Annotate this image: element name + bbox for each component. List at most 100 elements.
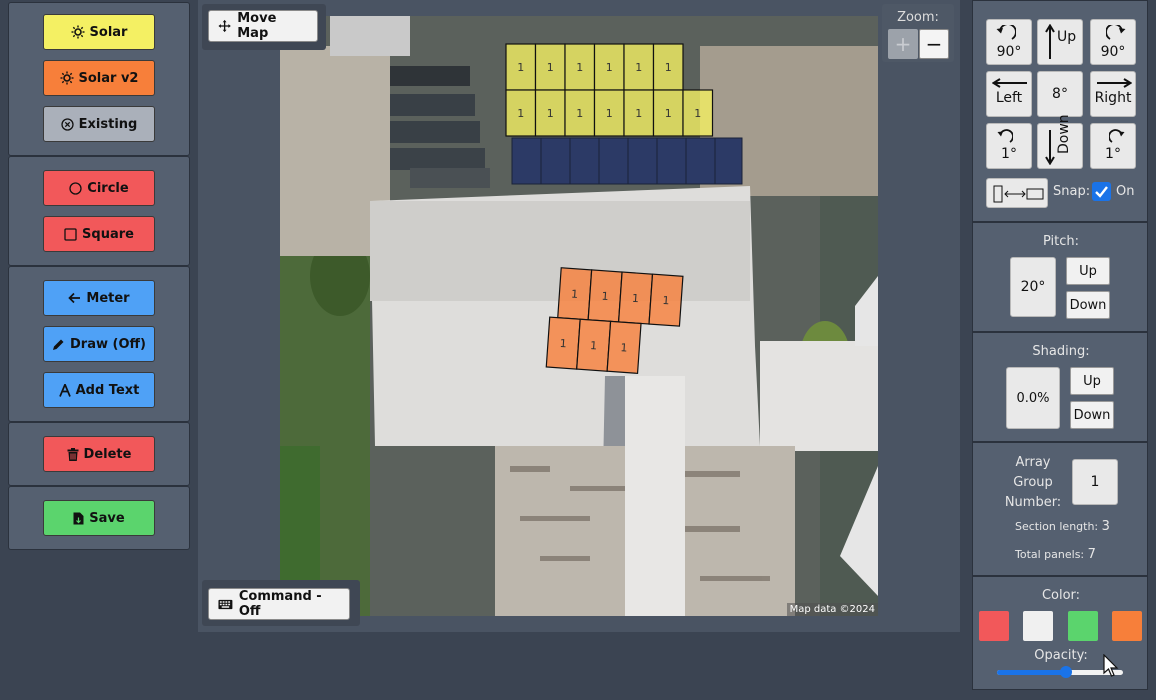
map-attribution: Map data ©2024 xyxy=(786,603,878,616)
solar-panel-orange[interactable]: 1 xyxy=(606,320,642,375)
solar-panel-yellow[interactable]: 1 xyxy=(652,89,684,137)
panel-tools-group: Solar Solar v2 Existing xyxy=(8,2,190,156)
rotate-cw-icon xyxy=(1109,129,1125,143)
color-swatch-green[interactable] xyxy=(1068,611,1098,641)
rotate-ccw-1-button[interactable]: 1° xyxy=(986,123,1032,169)
rotate-ccw-icon xyxy=(997,129,1013,143)
zoom-control: Zoom: + − xyxy=(882,4,954,62)
rotate-ccw-90-button[interactable]: 90° xyxy=(986,19,1032,65)
move-up-button[interactable]: Up xyxy=(1037,19,1083,65)
pencil-icon xyxy=(53,339,64,350)
movement-controls: 90° Up 90° Left 8° Right 1° Down 1° Snap… xyxy=(972,0,1148,222)
snap-label: Snap: xyxy=(1053,184,1091,199)
solar-panel-yellow[interactable]: 1 xyxy=(623,43,655,91)
solar-panel-orange[interactable]: 1 xyxy=(545,316,581,370)
snap-state: On xyxy=(1116,184,1135,199)
pitch-up-button[interactable]: Up xyxy=(1066,257,1110,285)
shading-down-button[interactable]: Down xyxy=(1070,401,1114,429)
solar-panel-yellow[interactable]: 1 xyxy=(593,43,625,91)
panel-label: 1 xyxy=(517,61,524,74)
rotate-cw-1-label: 1° xyxy=(1105,146,1121,162)
opacity-thumb[interactable] xyxy=(1060,666,1073,678)
solar-panel-yellow[interactable]: 1 xyxy=(652,43,684,91)
mouse-cursor-icon xyxy=(1103,654,1119,677)
total-panels-value: 7 xyxy=(1087,547,1096,562)
move-down-button[interactable]: Down xyxy=(1037,114,1083,169)
solar-panel-yellow[interactable]: 1 xyxy=(534,43,566,91)
square-icon xyxy=(64,227,77,241)
solar-panel-yellow[interactable]: 1 xyxy=(505,43,537,91)
delete-button[interactable]: Delete xyxy=(43,436,155,472)
zoom-out-button[interactable]: − xyxy=(919,29,949,59)
solar-panel-yellow[interactable]: 1 xyxy=(593,89,625,137)
color-swatch-orange[interactable] xyxy=(1112,611,1142,641)
shading-up-button[interactable]: Up xyxy=(1070,367,1114,395)
color-swatch-white[interactable] xyxy=(1023,611,1053,641)
panel-label: 1 xyxy=(665,107,672,120)
rotate-cw-90-button[interactable]: 90° xyxy=(1090,19,1136,65)
checkmark-icon xyxy=(1095,186,1108,198)
array-group-number[interactable]: 1 xyxy=(1072,459,1118,505)
square-button[interactable]: Square xyxy=(43,216,155,252)
move-arrows-icon xyxy=(218,19,231,33)
move-down-label: Down xyxy=(1056,114,1072,154)
panel-label: 1 xyxy=(576,107,583,120)
command-toggle-button[interactable]: Command - Off xyxy=(208,588,350,620)
control-panel: 90° Up 90° Left 8° Right 1° Down 1° Snap… xyxy=(972,0,1148,690)
meter-button[interactable]: Meter xyxy=(43,280,155,316)
zoom-in-button[interactable]: + xyxy=(888,29,918,59)
pitch-down-button[interactable]: Down xyxy=(1066,291,1110,319)
rotate-cw-1-button[interactable]: 1° xyxy=(1090,123,1136,169)
solar-panel-orange[interactable]: 1 xyxy=(576,318,612,372)
pitch-section: Pitch: 20° Up Down xyxy=(972,222,1148,332)
snap-checkbox[interactable] xyxy=(1092,182,1111,201)
panel-label: 1 xyxy=(601,290,609,303)
panel-label: 1 xyxy=(576,61,583,74)
solar-v2-button[interactable]: Solar v2 xyxy=(43,60,155,96)
pitch-value: 20° xyxy=(1010,257,1056,317)
solar-array-yellow[interactable]: 1 1 1 1 1 1 1 1 1 1 1 1 1 1 1 1 1 1 1 1 xyxy=(280,16,878,616)
solar-button[interactable]: Solar xyxy=(43,14,155,50)
rotate-ccw-90-label: 90° xyxy=(996,44,1022,60)
step-size-button[interactable]: 8° xyxy=(1037,71,1083,117)
panel-label: 1 xyxy=(665,61,672,74)
color-swatch-red[interactable] xyxy=(979,611,1009,641)
solar-panel-yellow[interactable]: 1 xyxy=(505,89,537,137)
move-right-button[interactable]: Right xyxy=(1090,71,1136,117)
panel-label: 1 xyxy=(606,61,613,74)
panel-label: 1 xyxy=(606,107,613,120)
existing-button[interactable]: Existing xyxy=(43,106,155,142)
draw-label: Draw (Off) xyxy=(70,336,146,352)
satellite-map[interactable]: 1 1 1 1 1 1 1 1 1 1 1 1 1 1 1 1 1 1 1 1 Map data ©2024 xyxy=(280,16,878,616)
solar-panel-orange[interactable]: 1 xyxy=(557,267,593,321)
solar-label: Solar xyxy=(89,24,128,40)
solar-panel-yellow[interactable]: 1 xyxy=(534,89,566,137)
move-map-button[interactable]: Move Map xyxy=(208,10,318,42)
solar-panel-orange[interactable]: 1 xyxy=(617,271,654,325)
shading-value: 0.0% xyxy=(1006,367,1060,429)
save-label: Save xyxy=(89,510,125,526)
add-text-label: Add Text xyxy=(75,382,140,398)
panel-label: 1 xyxy=(632,292,640,305)
zoom-label: Zoom: xyxy=(897,10,939,25)
solar-panel-yellow[interactable]: 1 xyxy=(682,89,714,137)
draw-button[interactable]: Draw (Off) xyxy=(43,326,155,362)
move-left-button[interactable]: Left xyxy=(986,71,1032,117)
solar-panel-orange[interactable]: 1 xyxy=(587,269,623,323)
move-map-wrapper: Move Map xyxy=(202,4,326,50)
keyboard-icon xyxy=(218,599,233,609)
solar-panel-yellow[interactable]: 1 xyxy=(564,43,596,91)
add-text-button[interactable]: Add Text xyxy=(43,372,155,408)
panel-label: 1 xyxy=(571,288,579,301)
solar-panel-yellow[interactable]: 1 xyxy=(623,89,655,137)
circle-x-icon xyxy=(60,117,74,131)
map-area: 1 1 1 1 1 1 1 1 1 1 1 1 1 1 1 1 1 1 1 1 Map data ©2024 Mov… xyxy=(198,0,960,632)
solar-panel-orange[interactable]: 1 xyxy=(648,273,684,327)
solar-panel-yellow[interactable]: 1 xyxy=(564,89,596,137)
section-length-row: Section length: 3 xyxy=(1015,519,1110,534)
circle-button[interactable]: Circle xyxy=(43,170,155,206)
square-label: Square xyxy=(82,226,134,242)
save-button[interactable]: Save xyxy=(43,500,155,536)
orientation-toggle-button[interactable] xyxy=(986,178,1048,208)
arrow-right-icon xyxy=(1097,78,1132,88)
